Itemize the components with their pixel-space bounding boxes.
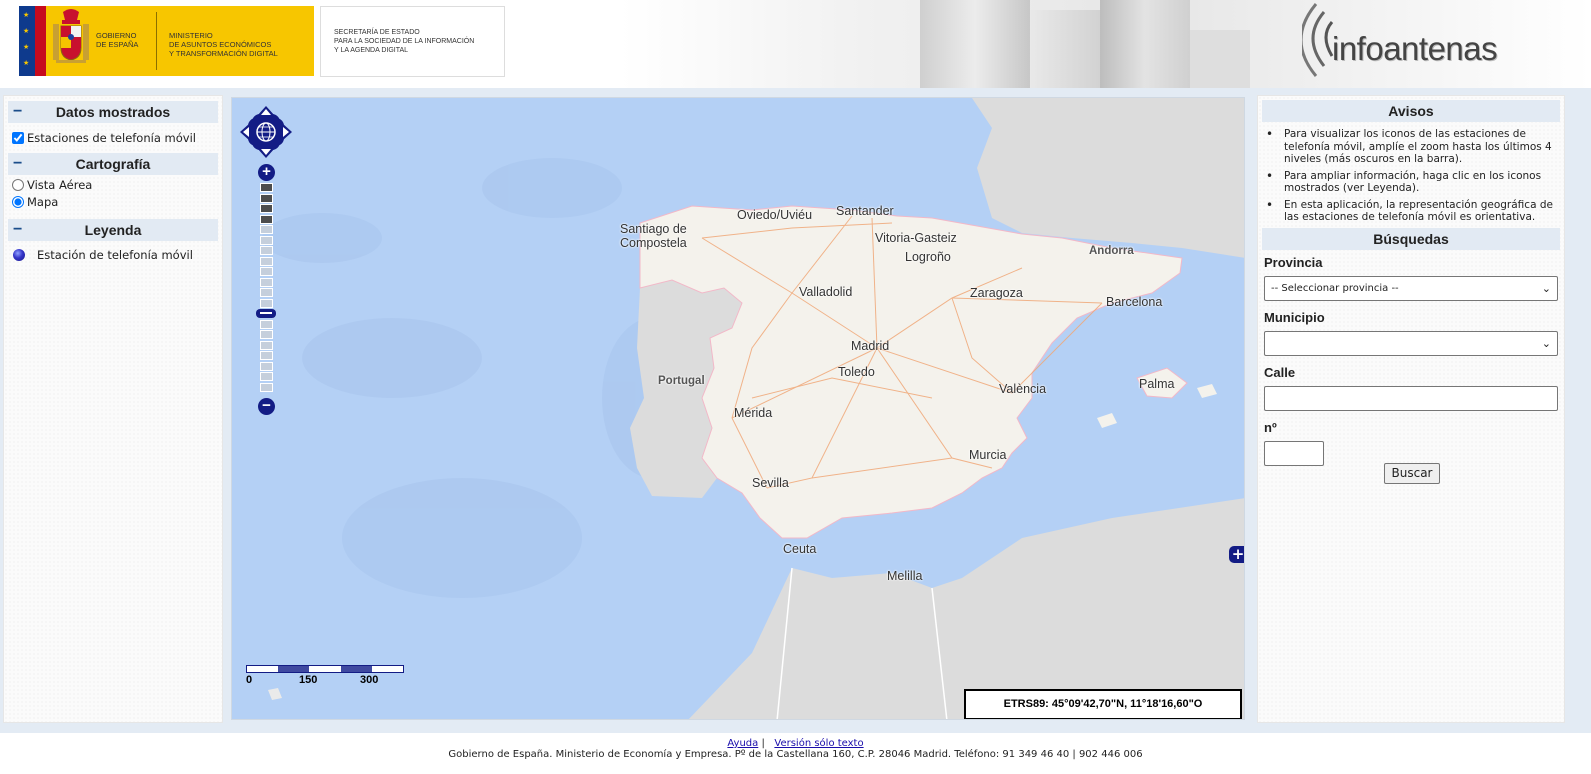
left-sidebar: − Datos mostrados Estaciones de telefoní… (3, 95, 223, 723)
overview-map-toggle-button[interactable]: + (1229, 546, 1244, 563)
notice-item: Para ampliar información, haga clic en l… (1266, 170, 1556, 195)
search-button[interactable]: Buscar (1384, 463, 1440, 484)
municipio-label: Municipio (1264, 309, 1325, 325)
label-zaragoza: Zaragoza (970, 286, 1023, 300)
zoom-level-step[interactable] (260, 361, 273, 371)
label-oviedo: Oviedo/Uviéu (737, 208, 813, 222)
label-murcia: Murcia (969, 448, 1007, 462)
label-portugal: Portugal (658, 375, 705, 387)
zoom-level-step[interactable] (260, 288, 273, 297)
zoom-level-step[interactable] (260, 298, 273, 308)
notices-list: Para visualizar los iconos de las estaci… (1266, 128, 1556, 224)
datos-mostrados-header: − Datos mostrados (8, 101, 218, 123)
aerial-view-option[interactable]: Vista Aérea (12, 176, 222, 193)
avisos-header: Avisos (1262, 100, 1560, 122)
provincia-select[interactable]: -- Seleccionar provincia -- ⌄ (1264, 275, 1558, 301)
zoom-level-step[interactable] (260, 372, 273, 381)
zoom-slider-handle[interactable] (256, 309, 276, 318)
scale-label-0: 0 (246, 674, 253, 686)
map-scale-bar: 0 150 300 (246, 663, 406, 687)
infoantenas-logo[interactable]: infoantenas (1299, 2, 1562, 82)
site-footer: Ayuda | Versión sólo texto Gobierno de E… (0, 730, 1591, 774)
label-madrid: Madrid (851, 339, 890, 353)
legend-item-station: Estación de telefonía móvil (13, 245, 222, 265)
zoom-level-step[interactable] (260, 193, 273, 203)
label-santander: Santander (836, 204, 894, 218)
footer-address: Gobierno de España. Ministerio de Econom… (448, 749, 1143, 760)
right-sidebar: Avisos Para visualizar los iconos de las… (1257, 95, 1565, 723)
zoom-level-step[interactable] (260, 267, 273, 276)
label-palma: Palma (1139, 377, 1175, 391)
label-valladolid: Valladolid (799, 285, 853, 299)
pan-control (240, 106, 292, 158)
municipio-select[interactable]: ⌄ (1264, 330, 1558, 356)
coat-of-arms-icon (46, 6, 96, 76)
government-logo[interactable]: ★ ★ ★ ★ GOBIERNO DE ESPAÑA MINISTERIO DE… (19, 6, 314, 76)
label-santiago: Santiago de Compostela (620, 222, 687, 250)
label-melilla: Melilla (887, 569, 923, 583)
numero-label: nº (1264, 419, 1277, 435)
zoom-level-step[interactable] (260, 382, 273, 392)
zoom-level-step[interactable] (260, 277, 273, 287)
zoom-level-step[interactable] (260, 330, 273, 339)
collapse-cartografia-button[interactable]: − (13, 153, 22, 175)
zoom-level-step[interactable] (260, 340, 273, 350)
zoom-level-step[interactable] (260, 214, 273, 224)
leyenda-header: − Leyenda (8, 219, 218, 241)
chevron-down-icon: ⌄ (1541, 281, 1551, 295)
map-viewport[interactable]: Santiago de Compostela Oviedo/Uviéu Santa… (231, 97, 1245, 720)
notice-item: En esta aplicación, la representación ge… (1266, 199, 1556, 224)
logo-text: infoantenas (1332, 30, 1498, 67)
zoom-out-button[interactable]: − (258, 398, 275, 415)
label-sevilla: Sevilla (752, 476, 789, 490)
ministry-name: MINISTERIO DE ASUNTOS ECONÓMICOS Y TRANS… (169, 31, 278, 58)
secretariat-logo[interactable]: SECRETARÍA DE ESTADO PARA LA SOCIEDAD DE… (320, 6, 505, 77)
label-merida: Mérida (734, 406, 773, 420)
cartografia-header: − Cartografía (8, 153, 218, 175)
collapse-leyenda-button[interactable]: − (13, 219, 22, 241)
zoom-level-step[interactable] (260, 256, 273, 266)
map-view-radio[interactable] (12, 195, 24, 208)
label-barcelona: Barcelona (1106, 295, 1163, 309)
eu-flag-icon: ★ ★ ★ ★ (19, 6, 35, 76)
aerial-view-radio[interactable] (12, 178, 24, 191)
zoom-level-step[interactable] (260, 246, 273, 255)
site-header: ★ ★ ★ ★ GOBIERNO DE ESPAÑA MINISTERIO DE… (0, 0, 1591, 88)
calle-input[interactable] (1264, 385, 1558, 411)
map-view-option[interactable]: Mapa (12, 193, 222, 210)
notice-item: Para visualizar los iconos de las estaci… (1266, 128, 1556, 166)
zoom-level-step[interactable] (260, 351, 273, 360)
zoom-level-step[interactable] (260, 204, 273, 213)
text-version-link[interactable]: Versión sólo texto (774, 738, 863, 749)
spain-flag-stripe (35, 6, 46, 76)
zoom-in-button[interactable]: + (258, 164, 275, 181)
station-marker-icon (13, 249, 25, 261)
label-vitoria: Vitoria-Gasteiz (875, 231, 957, 245)
zoom-level-step[interactable] (260, 225, 273, 234)
scale-label-150: 150 (299, 674, 318, 686)
label-andorra: Andorra (1089, 245, 1134, 257)
busquedas-header: Búsquedas (1262, 227, 1560, 250)
zoom-level-step[interactable] (260, 235, 273, 245)
government-name: GOBIERNO DE ESPAÑA (96, 31, 139, 49)
provincia-label: Provincia (1264, 254, 1323, 270)
stations-layer-option[interactable]: Estaciones de telefonía móvil (12, 129, 222, 146)
zoom-level-step[interactable] (260, 319, 273, 329)
calle-label: Calle (1264, 364, 1296, 380)
chevron-down-icon: ⌄ (1541, 336, 1551, 350)
label-logrono: Logroño (905, 250, 951, 264)
zoom-slider[interactable]: + − (256, 164, 276, 416)
help-link[interactable]: Ayuda (727, 738, 758, 749)
label-ceuta: Ceuta (783, 542, 817, 556)
numero-input[interactable] (1264, 440, 1324, 466)
stations-checkbox[interactable] (12, 131, 24, 144)
scale-label-300: 300 (360, 674, 379, 686)
zoom-level-step[interactable] (260, 183, 273, 192)
coordinates-readout: ETRS89: 45°09'42,70"N, 11°18'16,60"O (964, 689, 1242, 719)
label-toledo: Toledo (838, 365, 875, 379)
collapse-datos-button[interactable]: − (13, 101, 22, 123)
label-valencia: València (999, 382, 1047, 396)
